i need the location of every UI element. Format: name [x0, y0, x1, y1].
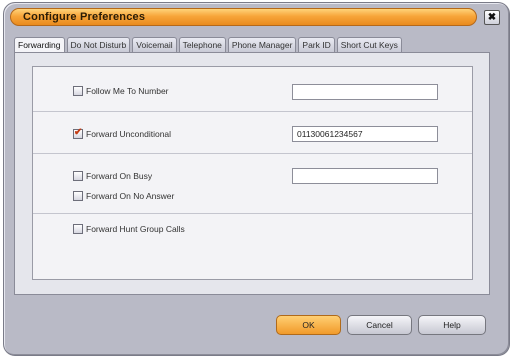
forward-on-no-answer-checkbox[interactable] [73, 191, 83, 201]
forward-on-no-answer-row: Forward On No Answer [73, 191, 174, 201]
tab-park-id[interactable]: Park ID [298, 37, 335, 52]
forwarding-options: Follow Me To Number Forward Unconditiona… [32, 66, 473, 280]
tab-bar: Forwarding Do Not Disturb Voicemail Tele… [14, 37, 404, 53]
tab-short-cut-keys[interactable]: Short Cut Keys [336, 37, 402, 52]
forward-on-busy-input[interactable] [292, 168, 438, 184]
cancel-button[interactable]: Cancel [347, 315, 412, 335]
forward-hunt-group-checkbox[interactable] [73, 224, 83, 234]
follow-me-label: Follow Me To Number [86, 86, 169, 96]
tab-voicemail[interactable]: Voicemail [132, 37, 177, 52]
forward-on-busy-row: Forward On Busy [73, 171, 152, 181]
follow-me-row: Follow Me To Number [73, 86, 169, 96]
forward-unconditional-checkbox[interactable] [73, 127, 83, 139]
tab-forwarding[interactable]: Forwarding [14, 37, 65, 53]
divider [33, 111, 472, 112]
forward-on-busy-checkbox[interactable] [73, 171, 83, 181]
follow-me-number-input[interactable] [292, 84, 438, 100]
forward-unconditional-input[interactable]: 01130061234567 [292, 126, 438, 142]
forward-unconditional-row: Forward Unconditional [73, 127, 172, 139]
ok-button[interactable]: OK [276, 315, 341, 335]
forward-hunt-group-label: Forward Hunt Group Calls [86, 224, 185, 234]
tab-phone-manager[interactable]: Phone Manager [227, 37, 297, 52]
follow-me-checkbox[interactable] [73, 86, 83, 96]
forward-on-busy-label: Forward On Busy [86, 171, 153, 181]
tab-telephone[interactable]: Telephone [178, 37, 226, 52]
tab-do-not-disturb[interactable]: Do Not Disturb [66, 37, 131, 52]
divider [33, 213, 472, 214]
forward-hunt-group-row: Forward Hunt Group Calls [73, 224, 185, 234]
close-button[interactable]: ✖ [484, 10, 500, 25]
forward-unconditional-label: Forward Unconditional [86, 129, 172, 139]
close-icon: ✖ [487, 12, 497, 23]
help-button[interactable]: Help [418, 315, 486, 335]
title-bar[interactable]: Configure Preferences [10, 8, 477, 26]
window-title: Configure Preferences [23, 11, 146, 23]
divider [33, 153, 472, 154]
forward-on-no-answer-label: Forward On No Answer [86, 191, 175, 201]
forwarding-panel: Follow Me To Number Forward Unconditiona… [14, 52, 490, 295]
